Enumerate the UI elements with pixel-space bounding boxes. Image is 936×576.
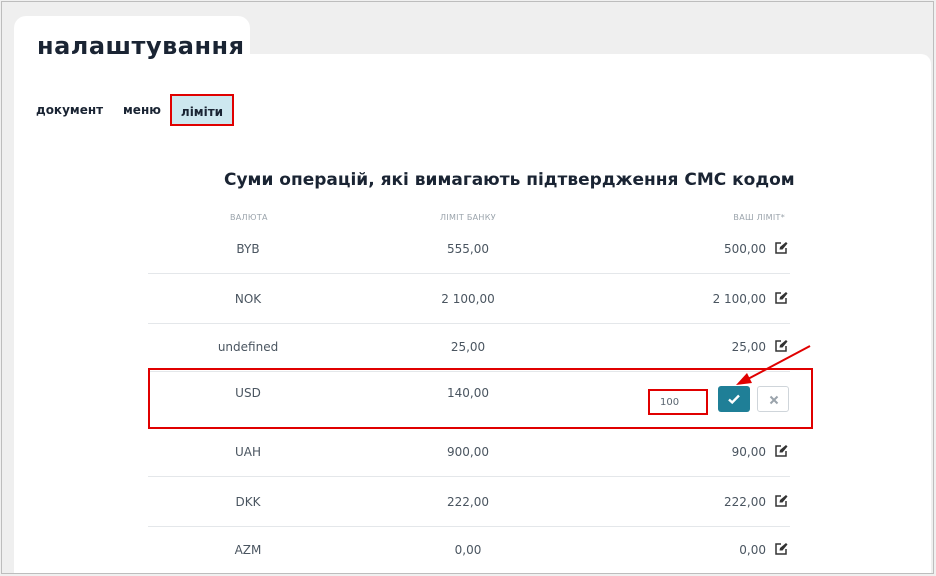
header-currency: ВАЛЮТА	[230, 213, 268, 222]
close-icon	[769, 395, 779, 405]
your-limit-cell: 2 100,00	[712, 292, 766, 306]
cancel-button[interactable]	[757, 386, 789, 412]
table-row: undefined 25,00 25,00	[148, 322, 790, 372]
your-limit-input[interactable]	[648, 389, 708, 415]
bank-limit-cell: 900,00	[447, 445, 489, 459]
edit-icon[interactable]	[774, 444, 788, 458]
bank-limit-cell: 2 100,00	[441, 292, 495, 306]
header-your-limit: ВАШ ЛІМІТ*	[733, 213, 785, 222]
bank-limit-cell: 140,00	[447, 386, 489, 400]
table-row-editing: USD 140,00	[148, 372, 790, 427]
table-row: DKK 222,00 222,00	[148, 477, 790, 527]
screenshot-frame: налаштування документ меню ліміти Суми о…	[1, 1, 934, 574]
bank-limit-cell: 555,00	[447, 242, 489, 256]
currency-cell: AZM	[234, 543, 262, 557]
section-title: Суми операцій, які вимагають підтверджен…	[224, 170, 795, 190]
your-limit-cell: 25,00	[731, 340, 766, 354]
page-title: налаштування	[37, 32, 245, 60]
table-row: UAH 900,00 90,00	[148, 427, 790, 477]
table-row: AZM 0,00 0,00	[148, 525, 790, 573]
bank-limit-cell: 222,00	[447, 495, 489, 509]
tab-limits[interactable]: ліміти	[170, 94, 234, 126]
table-row: BYB 555,00 500,00	[148, 224, 790, 274]
edit-icon[interactable]	[774, 291, 788, 305]
edit-icon[interactable]	[774, 241, 788, 255]
check-icon	[728, 394, 740, 405]
currency-cell: NOK	[234, 292, 262, 306]
tab-document[interactable]: документ	[36, 94, 103, 126]
edit-icon[interactable]	[774, 494, 788, 508]
tab-menu[interactable]: меню	[123, 94, 161, 126]
your-limit-cell: 500,00	[724, 242, 766, 256]
your-limit-cell: 222,00	[724, 495, 766, 509]
currency-cell: DKK	[235, 495, 261, 509]
your-limit-cell: 0,00	[739, 543, 766, 557]
header-bank-limit: ЛІМІТ БАНКУ	[440, 213, 496, 222]
bank-limit-cell: 0,00	[454, 543, 482, 557]
table-row: NOK 2 100,00 2 100,00	[148, 274, 790, 324]
currency-cell: USD	[235, 386, 261, 400]
edit-icon[interactable]	[774, 339, 788, 353]
currency-cell: BYB	[236, 242, 260, 256]
edit-icon[interactable]	[774, 542, 788, 556]
confirm-button[interactable]	[718, 386, 750, 412]
your-limit-cell: 90,00	[731, 445, 766, 459]
bank-limit-cell: 25,00	[450, 340, 486, 354]
currency-cell: UAH	[234, 445, 261, 459]
currency-cell: undefined	[217, 340, 279, 354]
